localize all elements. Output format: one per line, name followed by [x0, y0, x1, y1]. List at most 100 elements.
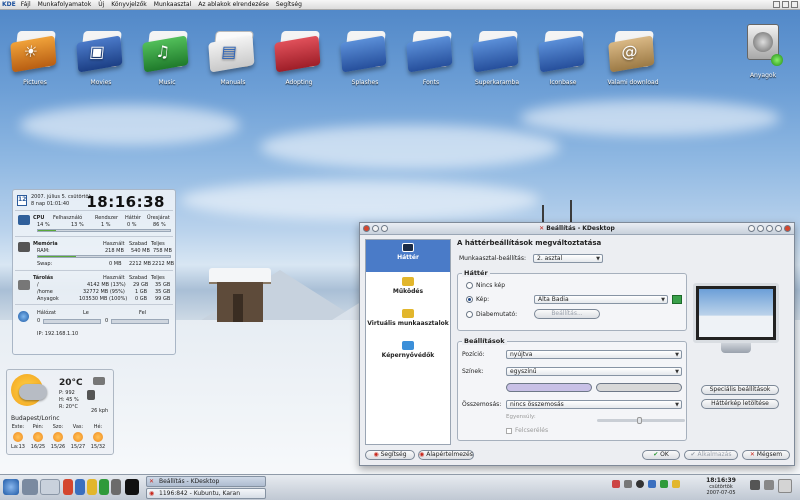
radio-no-image-label: Nincs kép [476, 282, 506, 289]
desktop-icon-fonts[interactable]: Fonts [398, 25, 464, 86]
radio-no-image[interactable] [466, 282, 473, 289]
radio-slideshow[interactable] [466, 311, 473, 318]
browser-icon[interactable] [63, 479, 73, 495]
tray-icon[interactable] [660, 480, 668, 488]
forecast-day: Szo: 15/26 [50, 424, 66, 450]
open-image-icon[interactable] [672, 295, 682, 304]
help-icon[interactable] [757, 225, 764, 232]
keep-above-icon[interactable] [381, 225, 388, 232]
minimize-icon[interactable] [766, 225, 773, 232]
swap-value: 2212 MB [152, 261, 175, 267]
sticky-icon[interactable] [372, 225, 379, 232]
tray-flag-icon[interactable] [612, 480, 620, 488]
desktop-icon-superkaramba[interactable]: Superkaramba [464, 25, 530, 86]
kde-logo[interactable]: KDE [2, 1, 16, 8]
desktop-icon-pictures[interactable]: ☀ Pictures [2, 25, 68, 86]
kontact-icon[interactable] [75, 479, 85, 495]
blending-label: Összemosás: [462, 401, 502, 408]
close-icon[interactable] [784, 225, 791, 232]
desktop-icon-music[interactable]: ♫ Music [134, 25, 200, 86]
desktop-icon-adopting[interactable]: Adopting [266, 25, 332, 86]
menu-activities[interactable]: Munkafolyamatok [38, 1, 92, 8]
cpu-header: Felhasználó [53, 215, 83, 221]
position-combo[interactable]: nyújtva [506, 350, 682, 359]
desktop-icon-manuals[interactable]: ▤ Manuals [200, 25, 266, 86]
radio-image[interactable] [466, 296, 473, 303]
balance-slider[interactable] [597, 417, 685, 424]
shade-icon[interactable] [748, 225, 755, 232]
maximize-icon[interactable] [775, 225, 782, 232]
desktop-icon-label: Movies [90, 79, 112, 86]
task-settings-kdesktop[interactable]: ✕ Beállítás - KDesktop [146, 476, 266, 487]
cloud [20, 105, 240, 145]
menu-desktop[interactable]: Munkaasztal [154, 1, 191, 8]
applet-icon[interactable] [111, 479, 121, 495]
task-kubuntu-window[interactable]: ◉ 1196:842 - Kubuntu, Karan [146, 488, 266, 499]
swap-value: 2212 MB [129, 261, 152, 267]
calendar-icon: 12 [17, 195, 27, 206]
tray-icon[interactable] [624, 480, 632, 488]
menu-file[interactable]: Fájl [21, 1, 31, 8]
desktop-icon-movies[interactable]: ▣ Movies [68, 25, 134, 86]
sidebar-item-behavior[interactable]: Működés [366, 274, 450, 306]
sidebar-item-virtual-desktops[interactable]: Virtuális munkaasztalok [366, 306, 450, 338]
color1-swatch[interactable] [506, 383, 592, 392]
menu-new[interactable]: Új [98, 1, 104, 8]
amarok-icon[interactable] [99, 479, 109, 495]
weather-widget: 20°C P: 992 H: 45 % R: 20°C 26 kph Budap… [6, 369, 114, 455]
minimize-icon[interactable] [773, 1, 780, 8]
menu-window-arrangement[interactable]: Az ablakok elrendezése [198, 1, 269, 8]
ok-button[interactable]: ✔ OK [642, 450, 680, 460]
forecast-weather-icon [13, 432, 23, 442]
help-button[interactable]: ◉ Segítség [365, 450, 415, 460]
cpu-value: 14 % [37, 222, 50, 228]
tray-icon[interactable] [648, 480, 656, 488]
terminal-icon[interactable] [125, 479, 139, 495]
pictures-folder-icon: ☀ [10, 25, 61, 73]
cpu-value: 0 % [127, 222, 137, 228]
apply-button[interactable]: ✔ Alkalmazás [684, 450, 738, 460]
trash-icon[interactable] [764, 480, 774, 490]
desktop-icon-splashes[interactable]: Splashes [332, 25, 398, 86]
desktop-icon-label: Adopting [285, 79, 313, 86]
kmenu-icon[interactable] [3, 479, 19, 495]
slideshow-settings-button[interactable]: Beállítás... [534, 309, 600, 319]
background-monitor-icon [402, 243, 414, 252]
desktop-icon-anyagok[interactable]: Anyagok [730, 20, 796, 79]
maximize-icon[interactable] [782, 1, 789, 8]
desktop-setting-combo[interactable]: 2. asztal [533, 254, 603, 263]
defaults-button[interactable]: ◉ Alapértelmezés [418, 450, 474, 460]
download-wallpaper-button[interactable]: Háttérkép letöltése [701, 399, 779, 409]
tray-icon[interactable] [672, 480, 680, 488]
sidebar-item-screensaver[interactable]: Képernyővédők [366, 338, 450, 370]
color2-swatch[interactable] [596, 383, 682, 392]
desktop-icon-iconbase[interactable]: Iconbase [530, 25, 596, 86]
show-desktop-icon[interactable] [22, 479, 38, 495]
reverse-checkbox[interactable] [506, 428, 512, 434]
konqueror-icon[interactable] [87, 479, 97, 495]
taskbar-clock[interactable]: 18:16:39 csütörtök 2007-07-05 [696, 477, 746, 496]
dialog-titlebar[interactable]: ✕ Beállítás - KDesktop [360, 223, 794, 235]
menu-help[interactable]: Segítség [276, 1, 302, 8]
forecast-day: Pén: 16/25 [30, 424, 46, 450]
logout-icon[interactable] [778, 479, 792, 493]
cpu-value: 1 % [101, 222, 111, 228]
window-menu-icon[interactable] [363, 225, 370, 232]
close-icon[interactable] [791, 1, 798, 8]
balance-label: Egyensúly: [506, 414, 536, 420]
memory-header: Használt [103, 241, 125, 247]
cpu-load-bar [37, 229, 171, 232]
desktop-icon-download[interactable]: @ Valami download [600, 25, 666, 86]
blending-combo[interactable]: nincs összemosás [506, 400, 682, 409]
forecast-day: Este: La:13 [11, 424, 25, 450]
menu-bookmarks[interactable]: Könyvjelzők [111, 1, 147, 8]
cancel-button[interactable]: ✕ Mégsem [742, 450, 790, 460]
advanced-settings-button[interactable]: Speciális beállítások [701, 385, 779, 395]
image-combo[interactable]: Alta Badia [534, 295, 668, 304]
desktop-icon-label: Anyagok [749, 72, 777, 79]
sidebar-item-background[interactable]: Háttér [366, 240, 450, 272]
pager-icon[interactable] [40, 479, 60, 495]
system-icon[interactable] [750, 480, 760, 490]
colors-combo[interactable]: egyszínű [506, 367, 682, 376]
tray-icon[interactable] [636, 480, 644, 488]
